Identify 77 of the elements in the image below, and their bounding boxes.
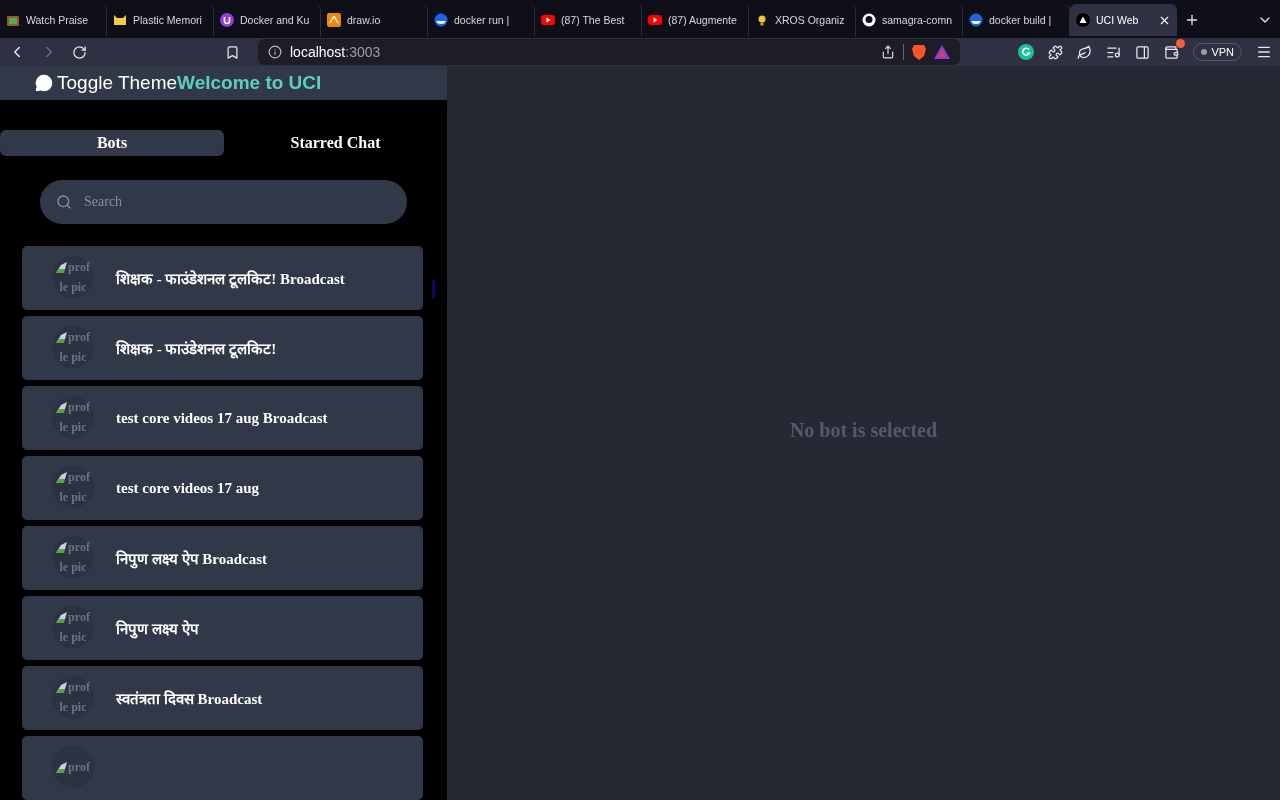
bookmark-icon[interactable] [225,44,240,60]
browser-tab[interactable]: Watch Praise [0,4,107,36]
search-field[interactable]: Search [40,180,407,224]
search-icon [56,194,72,210]
playlist-icon[interactable] [1106,44,1122,60]
info-icon [268,45,282,59]
scrollbar-thumb[interactable] [432,280,435,298]
bot-name: शिक्षक - फाउंडेशनल टूलकिट! [116,339,277,358]
image-alt-text: le pic [59,559,87,576]
broken-image-icon [56,681,68,693]
new-tab-icon[interactable] [1184,12,1200,28]
image-alt-text: prof [68,679,90,696]
browser-tab[interactable]: UCI Web [1070,4,1177,36]
broken-image-icon [56,761,68,773]
image-alt-text: le pic [59,349,87,366]
menu-icon[interactable] [1256,44,1272,60]
browser-tab[interactable]: draw.io [321,4,428,36]
reload-icon[interactable] [72,44,87,60]
address-field[interactable]: localhost:3003 [258,39,960,65]
broken-image-icon [56,471,68,483]
leaf-icon[interactable] [1077,44,1093,60]
broken-image-icon [56,541,68,553]
image-alt-text: prof [68,399,90,416]
browser-tab[interactable]: (87) The Best [535,4,642,36]
broken-image-icon [56,331,68,343]
broken-image-icon [56,261,68,273]
grammarly-icon[interactable] [1018,44,1035,60]
broken-image-icon [56,611,68,623]
image-alt-text: prof [68,469,90,486]
browser-tab[interactable]: samagra-comn [856,4,963,36]
triangle-icon[interactable] [934,45,950,59]
image-alt-text: le pic [59,279,87,296]
image-alt-text: prof [68,259,90,276]
image-alt-text: le pic [59,629,87,646]
bot-card[interactable]: prof le pic test core videos 17 aug [22,456,423,520]
sidebar-tab[interactable]: Starred Chat [224,130,447,156]
bot-card[interactable]: prof le pic test core videos 17 aug Broadcast [22,386,423,450]
browser-tab[interactable]: (87) Augmente [642,4,749,36]
tv-icon [6,13,20,27]
empty-state-message: No bot is selected [789,418,938,442]
bot-card[interactable]: prof le pic निपुण लक्ष्य ऐप Broadcast [22,526,423,590]
image-alt-text: le pic [59,419,87,436]
bot-name: test core videos 17 aug [116,479,260,497]
sidebar-tab[interactable]: Bots [0,130,224,156]
play-icon [541,13,555,27]
wallet-icon[interactable] [1164,44,1180,60]
notification-dot [1176,38,1186,48]
browser-tab[interactable]: docker run | [428,4,535,36]
bot-name: निपुण लक्ष्य ऐप [116,619,199,638]
play-icon [648,13,662,27]
sidebar-icon[interactable] [1135,44,1151,60]
image-alt-text: prof [68,609,90,626]
image-alt-text: prof [68,539,90,556]
diagram-icon [327,13,341,27]
chat-bubble-icon [35,74,53,93]
toggle-theme-button[interactable]: Toggle Theme [35,72,178,95]
welcome-title: Welcome to UCI [177,72,322,95]
bot-card[interactable]: prof le pic निपुण लक्ष्य ऐप [22,596,423,660]
bot-card[interactable]: prof le pic शिक्षक - फाउंडेशनल टूलकिट! Broadcast [22,246,423,310]
bot-name: स्वतंत्रता दिवस Broadcast [116,689,263,708]
image-alt-text: prof [68,329,90,346]
broken-image-icon [56,401,68,413]
image-alt-text: le pic [59,699,87,716]
share-icon[interactable] [881,45,895,59]
bot-name: test core videos 17 aug Broadcast [116,409,328,427]
url-text: localhost:3003 [290,44,382,60]
browser-tab[interactable]: Docker and Ku [214,4,321,36]
bot-card[interactable]: prof le pic शिक्षक - फाउंडेशनल टूलकिट! [22,316,423,380]
bot-name: निपुण लक्ष्य ऐप Broadcast [116,549,267,568]
browser-tab[interactable]: XROS Organiz [749,4,856,36]
puzzle-icon[interactable] [1048,44,1064,60]
bot-name: शिक्षक - फाउंडेशनल टूलकिट! Broadcast [116,269,345,288]
browser-tab[interactable]: Plastic Memori [107,4,214,36]
u-badge-icon [220,13,234,27]
image-alt-text: le pic [59,489,87,506]
bot-card[interactable]: prof le pic स्वतंत्रता दिवस Broadcast [22,666,423,730]
image-alt-text: prof [68,759,90,776]
